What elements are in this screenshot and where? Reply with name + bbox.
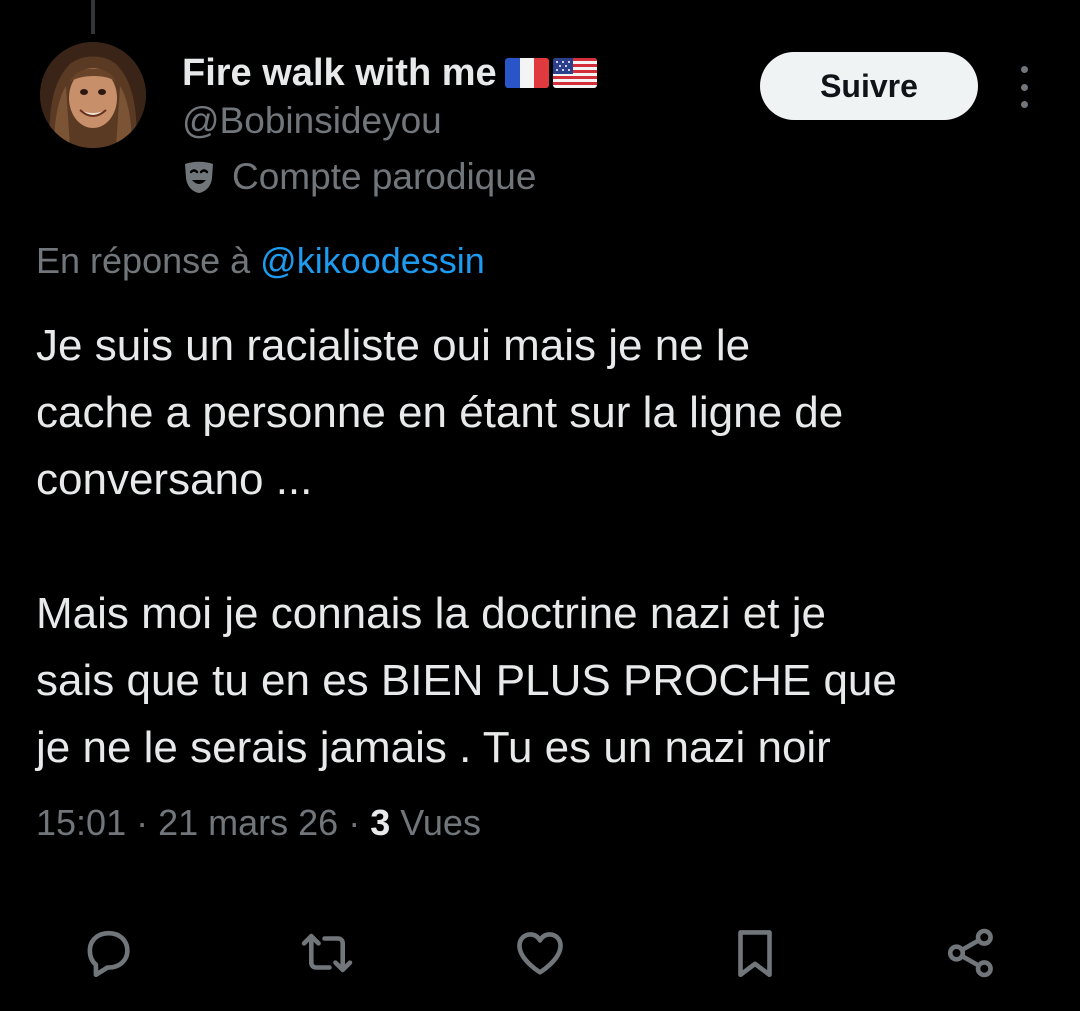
repost-icon — [301, 933, 353, 973]
like-button[interactable] — [505, 918, 575, 988]
reply-icon — [87, 930, 130, 978]
avatar[interactable] — [40, 42, 146, 148]
flag-usa-icon — [552, 58, 597, 88]
more-dot — [1020, 101, 1028, 108]
author-display-name[interactable]: Fire walk with me — [182, 52, 497, 95]
like-icon — [517, 932, 563, 975]
more-dot — [1020, 83, 1028, 91]
reply-context: En réponse à @kikoodessin — [36, 240, 485, 282]
author-handle[interactable]: @Bobinsideyou — [182, 100, 442, 142]
reply-button[interactable] — [73, 918, 143, 988]
tweet-paragraph: Je suis un racialiste oui mais je ne le … — [36, 321, 844, 504]
tweet-time[interactable]: 15:01 — [36, 802, 126, 843]
reply-context-prefix: En réponse à — [36, 240, 261, 281]
tweet-meta: 15:01 · 21 mars 26 · 3 Vues — [36, 802, 481, 844]
reply-to-handle-link[interactable]: @kikoodessin — [260, 240, 485, 281]
tweet-text: Je suis un racialiste oui mais je ne le … — [36, 312, 1046, 781]
author-name-row[interactable]: Fire walk with me — [182, 50, 597, 96]
share-button[interactable] — [936, 918, 1006, 988]
follow-button[interactable]: Suivre — [760, 52, 978, 120]
repost-button[interactable] — [292, 918, 362, 988]
views-count: 3 — [370, 802, 391, 843]
flag-france-icon — [504, 58, 549, 88]
parody-account-label: Compte parodique — [180, 156, 536, 198]
theater-mask-icon — [185, 161, 213, 193]
meta-separator: · — [338, 802, 371, 843]
bookmark-button[interactable] — [720, 918, 790, 988]
thread-connector-line — [91, 0, 95, 34]
meta-separator: · — [126, 802, 159, 843]
bookmark-icon — [738, 930, 772, 978]
tweet-paragraph: Mais moi je connais la doctrine nazi et … — [36, 589, 897, 772]
share-icon — [947, 928, 993, 978]
tweet-actions-bar — [0, 918, 1080, 988]
more-dot — [1020, 66, 1028, 73]
avatar-image — [40, 42, 146, 148]
parody-label-text: Compte parodique — [232, 156, 537, 197]
more-options-icon[interactable] — [1006, 62, 1042, 112]
views-label: Vues — [390, 802, 481, 843]
tweet-date[interactable]: 21 mars 26 — [158, 802, 338, 843]
